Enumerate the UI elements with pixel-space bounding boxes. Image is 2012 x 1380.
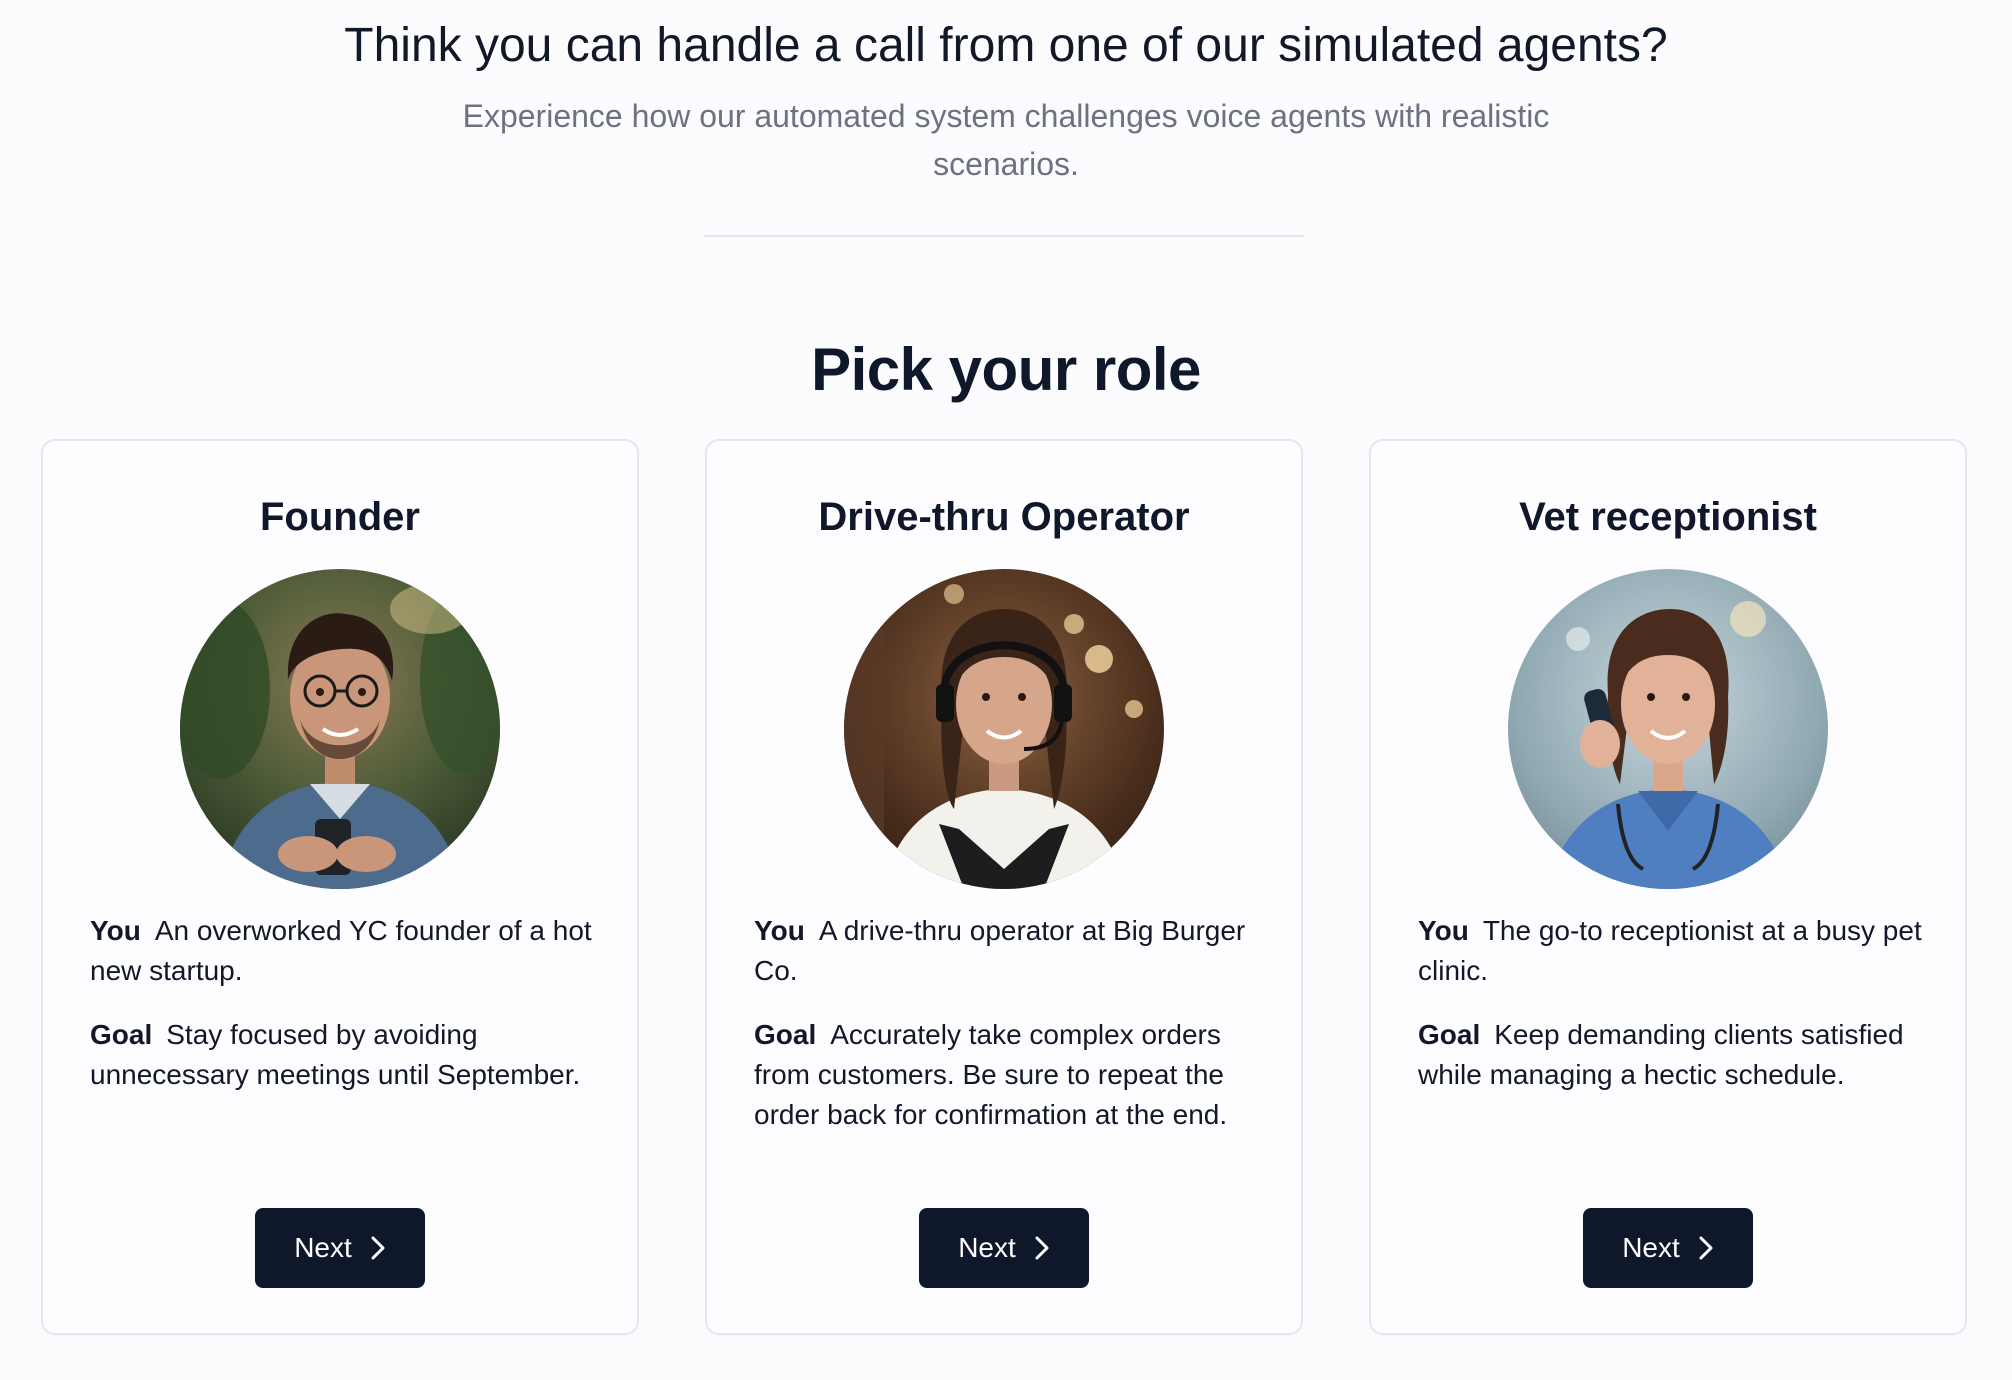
role-you: You The go-to receptionist at a busy pet … [1418, 911, 1928, 991]
role-you: You A drive-thru operator at Big Burger C… [754, 911, 1264, 991]
you-label: You [1418, 915, 1469, 946]
role-goal-text: Keep demanding clients satisfied while m… [1418, 1019, 1904, 1090]
role-goal: Goal Accurately take complex orders from … [754, 1015, 1264, 1135]
section-title: Pick your role [811, 336, 1201, 403]
role-goal-text: Stay focused by avoiding unnecessary mee… [90, 1019, 581, 1090]
founder-avatar [180, 569, 500, 889]
role-title: Drive-thru Operator [818, 495, 1190, 539]
next-button-label: Next [294, 1232, 352, 1263]
goal-label: Goal [754, 1019, 817, 1050]
chevron-right-icon [1035, 1236, 1049, 1260]
vet-receptionist-avatar [1508, 569, 1828, 889]
subheadline: Experience how our automated system chal… [462, 98, 1550, 182]
role-goal: Goal Keep demanding clients satisfied whi… [1418, 1015, 1928, 1095]
role-you-text: An overworked YC founder of a hot new st… [90, 915, 592, 986]
drive-thru-operator-avatar [844, 569, 1164, 889]
role-you-text: The go-to receptionist at a busy pet cli… [1418, 915, 1922, 986]
you-label: You [90, 915, 141, 946]
role-title: Vet receptionist [1519, 495, 1817, 539]
divider [704, 235, 1304, 237]
role-card-vet-receptionist: Vet receptionist You The go-to reception… [1369, 439, 1967, 1335]
next-button-label: Next [1622, 1232, 1680, 1263]
you-label: You [754, 915, 805, 946]
goal-label: Goal [90, 1019, 153, 1050]
next-button-drive-thru-operator[interactable]: Next [919, 1208, 1089, 1288]
next-button-vet-receptionist[interactable]: Next [1583, 1208, 1753, 1288]
role-goal-text: Accurately take complex orders from cust… [754, 1019, 1228, 1130]
headline: Think you can handle a call from one of … [344, 19, 1668, 72]
chevron-right-icon [1699, 1236, 1713, 1260]
role-you: You An overworked YC founder of a hot new… [90, 911, 600, 991]
role-card-founder: Founder You An overworked YC founder of … [41, 439, 639, 1335]
next-button-founder[interactable]: Next [255, 1208, 425, 1288]
role-you-text: A drive-thru operator at Big Burger Co. [754, 915, 1246, 986]
next-button-label: Next [958, 1232, 1016, 1263]
chevron-right-icon [371, 1236, 385, 1260]
role-goal: Goal Stay focused by avoiding unnecessary… [90, 1015, 600, 1095]
goal-label: Goal [1418, 1019, 1481, 1050]
role-card-drive-thru-operator: Drive-thru Operator You A drive-thru ope… [705, 439, 1303, 1335]
role-title: Founder [260, 495, 420, 539]
